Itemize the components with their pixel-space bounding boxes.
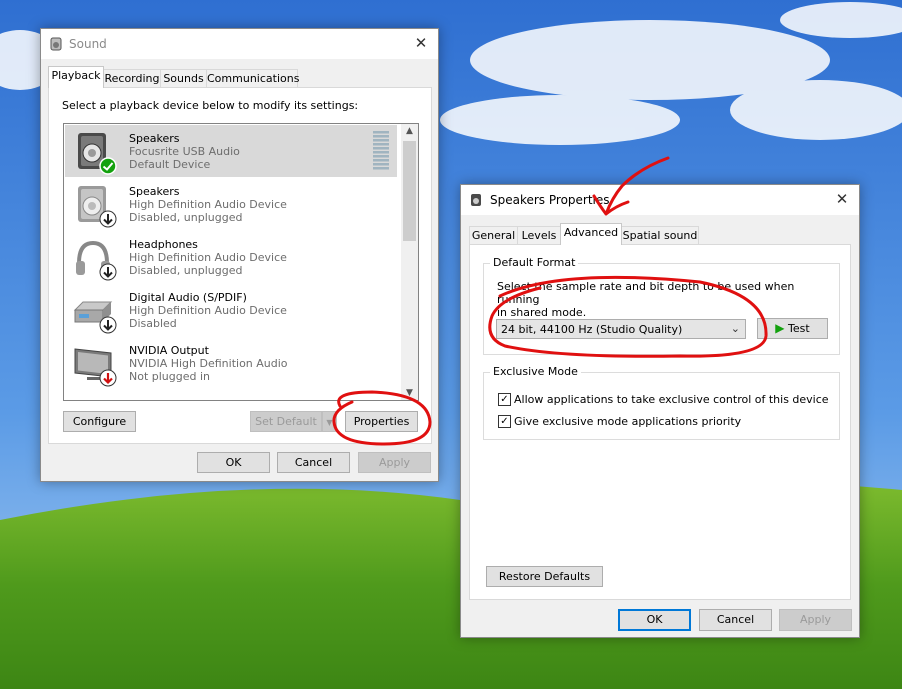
format-select[interactable]: 24 bit, 44100 Hz (Studio Quality) ⌄ <box>496 319 746 339</box>
restore-defaults-button[interactable]: Restore Defaults <box>486 566 603 587</box>
description-line: Select the sample rate and bit depth to … <box>497 280 795 306</box>
exclusive-priority-checkbox[interactable]: ✓ <box>498 415 511 428</box>
sound-title: Sound <box>69 37 107 51</box>
playback-panel: Select a playback device below to modify… <box>48 87 432 444</box>
tab-playback[interactable]: Playback <box>48 66 104 88</box>
tab-advanced[interactable]: Advanced <box>560 223 622 245</box>
volume-meter <box>373 131 389 170</box>
props-cancel-button[interactable]: Cancel <box>699 609 772 631</box>
tab-communications[interactable]: Communications <box>206 69 299 88</box>
format-select-value: 24 bit, 44100 Hz (Studio Quality) <box>501 323 683 336</box>
speaker-app-icon <box>50 37 62 51</box>
scrollbar-thumb[interactable] <box>403 141 416 241</box>
speakers-properties-dialog: Speakers Properties ✕ General Levels Adv… <box>460 184 860 638</box>
device-status: Disabled, unplugged <box>129 264 243 277</box>
tab-sounds[interactable]: Sounds <box>160 69 207 88</box>
device-driver: NVIDIA High Definition Audio <box>129 357 288 370</box>
tab-spatial-sound[interactable]: Spatial sound <box>621 226 699 245</box>
tab-general[interactable]: General <box>469 226 518 245</box>
props-ok-button[interactable]: OK <box>618 609 691 631</box>
down-arrow-icon <box>99 210 117 228</box>
list-item[interactable]: Digital Audio (S/PDIF) High Definition A… <box>65 284 397 336</box>
device-status: Disabled <box>129 317 177 330</box>
properties-titlebar: Speakers Properties ✕ <box>461 185 859 215</box>
test-button[interactable]: ▶ Test <box>757 318 828 339</box>
sound-tabs: Playback Recording Sounds Communications <box>48 66 428 89</box>
chevron-up-icon[interactable]: ▲ <box>401 126 418 136</box>
red-down-arrow-icon <box>99 369 117 387</box>
default-format-description: Select the sample rate and bit depth to … <box>497 280 839 319</box>
device-status: Default Device <box>129 158 211 171</box>
advanced-panel: Default Format Select the sample rate an… <box>469 244 851 600</box>
device-text: Speakers High Definition Audio Device Di… <box>129 185 287 224</box>
device-name: Speakers <box>129 185 180 198</box>
exclusive-control-label[interactable]: Allow applications to take exclusive con… <box>514 393 829 406</box>
device-text: Headphones High Definition Audio Device … <box>129 238 287 277</box>
props-apply-button[interactable]: Apply <box>779 609 852 631</box>
speaker-app-icon <box>471 194 481 206</box>
exclusive-control-checkbox[interactable]: ✓ <box>498 393 511 406</box>
sound-dialog: Sound ✕ Playback Recording Sounds Commun… <box>40 28 439 482</box>
list-item[interactable]: Speakers High Definition Audio Device Di… <box>65 178 397 230</box>
default-format-group: Default Format Select the sample rate an… <box>483 256 840 355</box>
device-name: NVIDIA Output <box>129 344 209 357</box>
properties-tabs: General Levels Advanced Spatial sound <box>469 223 849 246</box>
device-list[interactable]: Speakers Focusrite USB Audio Default Dev… <box>63 123 419 401</box>
playback-instruction: Select a playback device below to modify… <box>62 99 359 112</box>
exclusive-mode-heading: Exclusive Mode <box>490 365 581 378</box>
device-driver: High Definition Audio Device <box>129 304 287 317</box>
default-format-heading: Default Format <box>490 256 579 269</box>
device-text: Speakers Focusrite USB Audio Default Dev… <box>129 132 240 171</box>
close-icon[interactable]: ✕ <box>831 189 853 209</box>
properties-title: Speakers Properties <box>490 193 610 207</box>
tab-levels[interactable]: Levels <box>517 226 561 245</box>
exclusive-priority-label[interactable]: Give exclusive mode applications priorit… <box>514 415 741 428</box>
play-icon: ▶ <box>775 321 785 335</box>
test-label: Test <box>788 322 810 335</box>
list-item[interactable]: NVIDIA Output NVIDIA High Definition Aud… <box>65 337 397 389</box>
sound-cancel-button[interactable]: Cancel <box>277 452 350 473</box>
tab-recording[interactable]: Recording <box>103 69 161 88</box>
check-icon <box>99 157 117 175</box>
device-status: Disabled, unplugged <box>129 211 243 224</box>
set-default-dropdown[interactable]: ▼ <box>322 411 337 432</box>
close-icon[interactable]: ✕ <box>410 33 432 53</box>
list-item[interactable]: Speakers Focusrite USB Audio Default Dev… <box>65 125 397 177</box>
device-text: Digital Audio (S/PDIF) High Definition A… <box>129 291 287 330</box>
device-list-scrollbar[interactable]: ▲ ▼ <box>401 124 418 400</box>
exclusive-mode-group: Exclusive Mode ✓ Allow applications to t… <box>483 365 840 440</box>
chevron-down-icon[interactable]: ▼ <box>401 388 418 398</box>
sound-apply-button[interactable]: Apply <box>358 452 431 473</box>
device-driver: High Definition Audio Device <box>129 198 287 211</box>
chevron-down-icon: ⌄ <box>730 322 740 335</box>
list-item[interactable]: Headphones High Definition Audio Device … <box>65 231 397 283</box>
chevron-down-icon: ▼ <box>326 418 333 427</box>
properties-button[interactable]: Properties <box>345 411 418 432</box>
device-status: Not plugged in <box>129 370 211 383</box>
device-text: NVIDIA Output NVIDIA High Definition Aud… <box>129 344 288 383</box>
device-name: Digital Audio (S/PDIF) <box>129 291 247 304</box>
sound-titlebar: Sound ✕ <box>41 29 438 59</box>
down-arrow-icon <box>99 316 117 334</box>
set-default-button[interactable]: Set Default <box>250 411 322 432</box>
device-name: Speakers <box>129 132 180 145</box>
device-name: Headphones <box>129 238 198 251</box>
device-driver: Focusrite USB Audio <box>129 145 240 158</box>
down-arrow-icon <box>99 263 117 281</box>
configure-button[interactable]: Configure <box>63 411 136 432</box>
device-driver: High Definition Audio Device <box>129 251 287 264</box>
sound-ok-button[interactable]: OK <box>197 452 270 473</box>
